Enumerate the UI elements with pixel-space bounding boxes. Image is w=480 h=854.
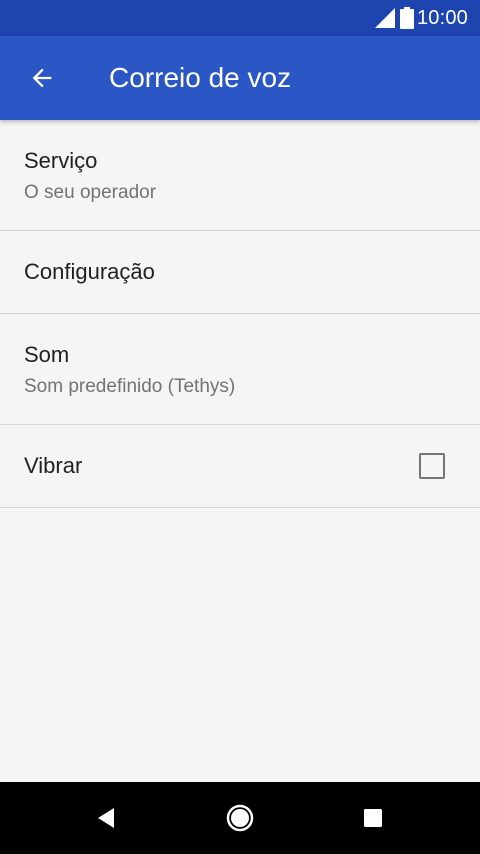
nav-home-button[interactable]	[220, 798, 260, 838]
status-clock: 10:00	[416, 6, 468, 29]
navigation-bar	[0, 782, 480, 854]
pref-summary-sound: Som predefinido (Tethys)	[24, 376, 236, 397]
pref-summary-service: O seu operador	[24, 182, 157, 203]
back-button[interactable]	[22, 58, 62, 98]
vibrate-checkbox[interactable]	[419, 453, 445, 479]
pref-item-service[interactable]: Serviço O seu operador	[0, 120, 480, 231]
battery-icon	[399, 7, 414, 29]
pref-title-configuration: Configuração	[24, 259, 155, 284]
pref-item-sound[interactable]: Som Som predefinido (Tethys)	[0, 314, 480, 425]
nav-back-button[interactable]	[87, 798, 127, 838]
nav-home-circle-icon	[226, 804, 254, 832]
pref-title-sound: Som	[24, 342, 70, 367]
nav-back-triangle-icon	[98, 808, 114, 828]
status-bar: 10:00	[0, 0, 480, 36]
pref-title-vibrate: Vibrar	[24, 453, 83, 478]
cell-signal-icon	[374, 8, 395, 28]
page-title: Correio de voz	[109, 62, 292, 93]
arrow-back-icon	[32, 68, 52, 88]
status-icons: 10:00	[374, 0, 468, 36]
nav-recents-button[interactable]	[353, 798, 393, 838]
preference-list: Serviço O seu operador Configuração Som …	[0, 120, 480, 508]
nav-recents-square-icon	[364, 809, 382, 827]
pref-item-vibrate[interactable]: Vibrar	[0, 425, 480, 508]
pref-title-service: Serviço	[24, 148, 98, 173]
app-bar: Correio de voz	[0, 36, 480, 120]
pref-item-configuration[interactable]: Configuração	[0, 231, 480, 314]
